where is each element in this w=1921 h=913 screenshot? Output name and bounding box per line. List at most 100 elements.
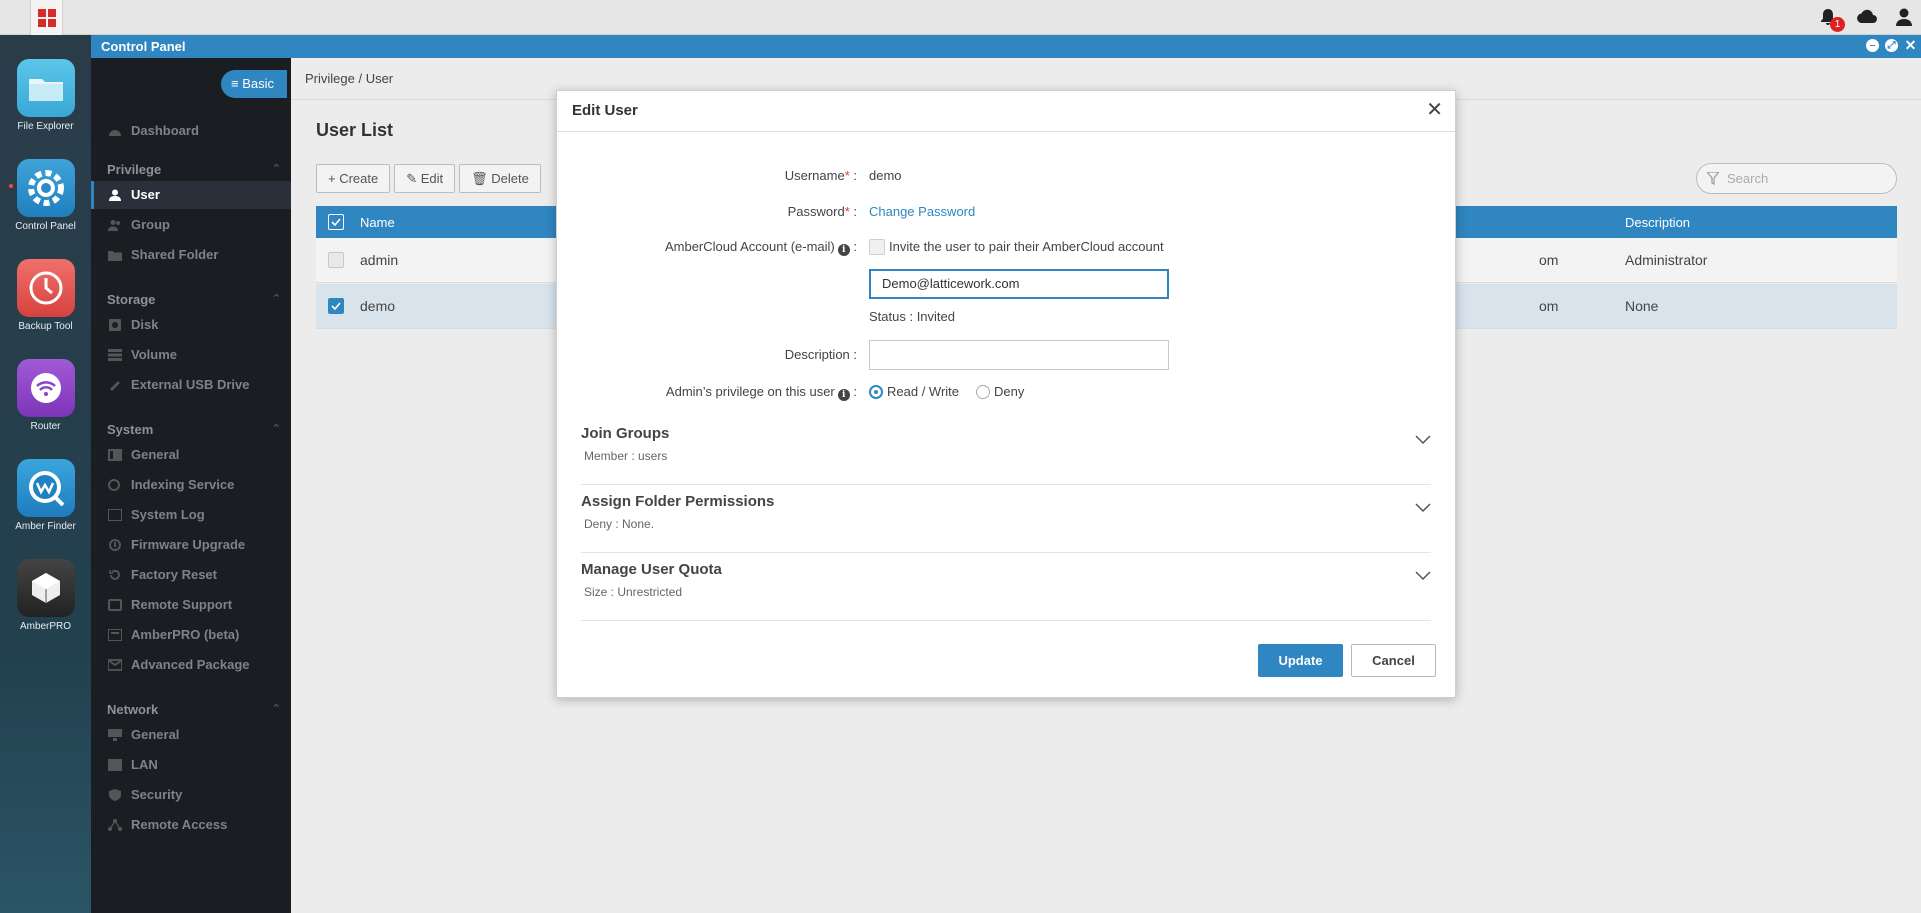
index-icon [108, 479, 120, 491]
dock-label: Control Panel [15, 221, 76, 232]
join-groups-section[interactable]: Join Groups Member : users [581, 423, 1431, 485]
sidebar-item-user[interactable]: User [91, 181, 291, 209]
info-icon[interactable]: i [837, 389, 850, 401]
dialog-header: Edit User ✕ [557, 91, 1455, 132]
amberpro-icon [108, 629, 122, 641]
close-icon[interactable]: ✕ [1426, 100, 1443, 120]
reset-icon [109, 569, 120, 580]
email-field[interactable]: Demo@latticework.com [869, 269, 1169, 299]
privilege-label: Admin’s privilege on this user i : [665, 384, 857, 401]
dock-item-amberpro[interactable]: AmberPRO [0, 559, 91, 632]
remote-access-icon [108, 819, 122, 831]
row-checkbox[interactable] [328, 252, 344, 268]
sidebar-item-label: General [131, 727, 180, 742]
notifications-button[interactable]: 1 [1817, 6, 1845, 32]
breadcrumb: Privilege / User [305, 71, 394, 86]
sidebar-item-remote-support[interactable]: Remote Support [91, 591, 291, 619]
sidebar-item-label: Firmware Upgrade [131, 537, 246, 552]
sidebar-item-system-log[interactable]: System Log [91, 501, 291, 529]
wifi-icon [16, 359, 75, 417]
dock-item-file-explorer[interactable]: File Explorer [0, 59, 91, 132]
dock-item-backup-tool[interactable]: Backup Tool [0, 259, 91, 332]
edit-user-dialog: Edit User ✕ Username* : demo Password* :… [556, 90, 1456, 698]
update-button[interactable]: Update [1258, 644, 1343, 677]
edit-button[interactable]: ✎ Edit [394, 164, 456, 193]
network-general-icon [108, 729, 122, 741]
sidebar-item-lan[interactable]: LAN [91, 751, 291, 779]
cloud-button[interactable] [1855, 6, 1877, 28]
section-privilege[interactable]: Privilege ⌃ [107, 162, 283, 177]
search-placeholder: Search [1727, 171, 1769, 186]
sidebar-item-external-usb[interactable]: External USB Drive [91, 371, 291, 399]
dock-item-control-panel[interactable]: Control Panel [0, 159, 91, 232]
sidebar-item-factory-reset[interactable]: Factory Reset [91, 561, 291, 589]
manage-user-quota-section[interactable]: Manage User Quota Size : Unrestricted [581, 559, 1431, 621]
chevron-up-icon: ⌃ [271, 293, 281, 305]
deny-label[interactable]: Deny [994, 384, 1024, 399]
invite-checkbox[interactable] [869, 239, 885, 255]
notification-badge: 1 [1830, 17, 1845, 32]
gear-icon [16, 159, 75, 217]
sidebar-item-label: LAN [131, 757, 158, 772]
shield-icon [109, 789, 121, 801]
section-network[interactable]: Network ⌃ [107, 702, 283, 717]
delete-button[interactable]: 🗑 Delete [459, 164, 541, 193]
info-icon[interactable]: i [837, 244, 850, 256]
lan-icon [108, 759, 122, 771]
sidebar-item-remote-access[interactable]: Remote Access [91, 811, 291, 839]
sidebar-item-disk[interactable]: Disk [91, 311, 291, 339]
sidebar-item-indexing-service[interactable]: Indexing Service [91, 471, 291, 499]
description-field[interactable] [869, 340, 1169, 370]
sidebar-item-volume[interactable]: Volume [91, 341, 291, 369]
privilege-row: Admin’s privilege on this user i : Read /… [557, 382, 1455, 402]
select-all-checkbox[interactable] [328, 214, 344, 230]
sidebar-item-amberpro-beta[interactable]: AmberPRO (beta) [91, 621, 291, 649]
chevron-down-icon[interactable] [1415, 503, 1431, 513]
sidebar-item-group[interactable]: Group [91, 211, 291, 239]
chevron-down-icon[interactable] [1415, 571, 1431, 581]
read-write-label[interactable]: Read / Write [887, 384, 959, 399]
create-button[interactable]: + Create [316, 164, 391, 193]
maximize-button[interactable]: ⤢ [1885, 39, 1898, 52]
username-row: Username* : demo [557, 166, 1455, 186]
sidebar-item-shared-folder[interactable]: Shared Folder [91, 241, 291, 269]
read-write-radio[interactable] [869, 385, 883, 399]
account-button[interactable] [1893, 6, 1915, 28]
row-email: om [1539, 252, 1559, 268]
dock-label: Backup Tool [18, 321, 73, 332]
sidebar-item-system-general[interactable]: General [91, 441, 291, 469]
system-topbar: 1 [0, 0, 1921, 35]
assign-folder-permissions-section[interactable]: Assign Folder Permissions Deny : None. [581, 491, 1431, 553]
section-storage[interactable]: Storage ⌃ [107, 292, 283, 307]
close-window-button[interactable]: ✕ [1904, 38, 1917, 52]
sidebar-item-firmware-upgrade[interactable]: Firmware Upgrade [91, 531, 291, 559]
edit-icon: ✎ [406, 171, 421, 186]
cancel-button[interactable]: Cancel [1351, 644, 1436, 677]
username-value: demo [869, 168, 902, 183]
column-description[interactable]: Description [1625, 215, 1690, 230]
row-checkbox[interactable] [328, 298, 344, 314]
apps-grid-icon [37, 8, 56, 27]
search-input[interactable]: Search [1696, 163, 1897, 194]
column-name[interactable]: Name [360, 215, 395, 230]
start-menu-button[interactable] [30, 0, 63, 35]
sidebar-item-network-general[interactable]: General [91, 721, 291, 749]
support-icon [108, 599, 122, 611]
deny-radio[interactable] [976, 385, 990, 399]
sidebar-item-label: External USB Drive [131, 377, 250, 392]
minimize-button[interactable]: – [1866, 39, 1879, 52]
section-title: Join Groups [581, 425, 670, 442]
sidebar-item-dashboard[interactable]: Dashboard [91, 117, 291, 145]
basic-mode-button[interactable]: ≡ Basic [221, 70, 287, 98]
dock-item-router[interactable]: Router [0, 359, 91, 432]
chevron-down-icon[interactable] [1415, 435, 1431, 445]
sidebar-item-advanced-package[interactable]: Advanced Package [91, 651, 291, 679]
section-system[interactable]: System ⌃ [107, 422, 283, 437]
sidebar-item-label: Remote Access [131, 817, 228, 832]
folder-icon [16, 59, 75, 117]
dock-item-amber-finder[interactable]: Amber Finder [0, 459, 91, 532]
sidebar-item-security[interactable]: Security [91, 781, 291, 809]
sidebar-item-label: Shared Folder [131, 247, 219, 262]
change-password-link[interactable]: Change Password [869, 204, 975, 219]
list-icon: ≡ [231, 76, 243, 91]
